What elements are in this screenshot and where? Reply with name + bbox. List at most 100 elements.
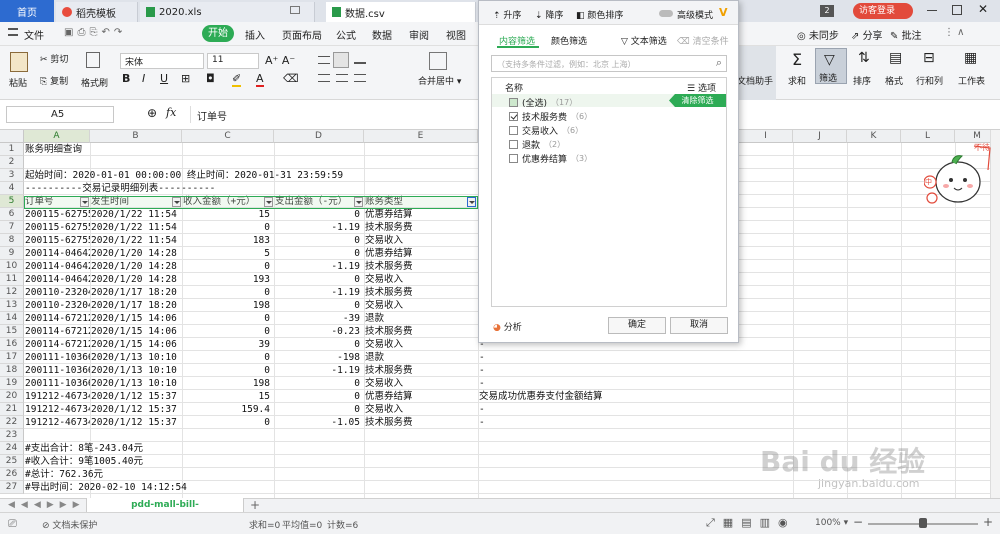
row-header[interactable]: 19 bbox=[0, 377, 24, 390]
align-left-icon[interactable] bbox=[318, 74, 330, 82]
cell-d[interactable]: -1.05 bbox=[275, 416, 363, 429]
bold-button[interactable]: B bbox=[122, 72, 130, 85]
macro-icon[interactable]: ⎚ bbox=[8, 517, 17, 531]
cell-a[interactable]: 200114-67212 bbox=[25, 325, 90, 338]
cell-e[interactable]: 退款 bbox=[365, 312, 477, 325]
cell-e[interactable]: 交易收入 bbox=[365, 403, 477, 416]
cancel-button[interactable]: 取消 bbox=[670, 317, 728, 334]
cell-a[interactable]: 200110-23204 bbox=[25, 299, 90, 312]
cell-a[interactable]: 200111-10366 bbox=[25, 364, 90, 377]
align-top-icon[interactable] bbox=[318, 56, 330, 64]
cell-a[interactable]: #支出合计：8笔-243.04元 bbox=[25, 442, 525, 455]
cell-f[interactable]: - bbox=[479, 403, 979, 416]
filter-item-refund[interactable]: 退款 （2） bbox=[509, 138, 565, 151]
eraser-icon[interactable]: ⌫ bbox=[283, 72, 299, 85]
checkbox-unchecked[interactable] bbox=[509, 154, 518, 163]
fill-color-icon[interactable]: ◘ bbox=[206, 72, 215, 85]
cell-e[interactable]: 交易收入 bbox=[365, 299, 477, 312]
cell-d[interactable]: 0 bbox=[275, 273, 363, 286]
filter-dropdown-e[interactable] bbox=[467, 197, 476, 207]
cell-c[interactable]: 0 bbox=[183, 312, 273, 325]
cell-b[interactable]: 2020/1/17 18:20 bbox=[91, 286, 181, 299]
cell-a[interactable]: #总计：762.36元 bbox=[25, 468, 525, 481]
cell-e[interactable]: 优惠券结算 bbox=[365, 390, 477, 403]
font-grow-icon[interactable]: A⁺ A⁻ bbox=[265, 54, 295, 67]
filter-item-trade-income[interactable]: 交易收入 （6） bbox=[509, 124, 583, 137]
row-header[interactable]: 4 bbox=[0, 182, 24, 195]
underline-button[interactable]: U bbox=[160, 72, 168, 85]
cell-a[interactable]: 200115-62755 bbox=[25, 221, 90, 234]
row-header[interactable]: 16 bbox=[0, 338, 24, 351]
filter-dropdown-b[interactable] bbox=[172, 197, 181, 207]
row-header[interactable]: 17 bbox=[0, 351, 24, 364]
copy-button[interactable]: ⎘ 复制 bbox=[40, 74, 68, 87]
cell-c[interactable]: 15 bbox=[183, 208, 273, 221]
clear-conditions-button[interactable]: ⌫ 清空条件 bbox=[677, 34, 729, 47]
cell-b[interactable]: 2020/1/12 15:37 bbox=[91, 403, 181, 416]
cell-e[interactable]: 技术服务费 bbox=[365, 364, 477, 377]
align-right-icon[interactable] bbox=[354, 74, 366, 82]
format-icon[interactable]: ▤ bbox=[889, 50, 902, 66]
row-header[interactable]: 23 bbox=[0, 429, 24, 442]
row-header[interactable]: 27 bbox=[0, 481, 24, 494]
analysis-button[interactable]: ◕ 分析 bbox=[493, 320, 522, 333]
cell-a[interactable]: 200114-04642 bbox=[25, 247, 90, 260]
tab-start[interactable]: 开始 bbox=[202, 25, 234, 42]
filter-item-coupon[interactable]: 优惠券结算 （3） bbox=[509, 152, 592, 165]
cell-b[interactable]: 2020/1/20 14:28 bbox=[91, 260, 181, 273]
hamburger-icon[interactable] bbox=[8, 28, 18, 36]
cell-b[interactable]: 2020/1/13 10:10 bbox=[91, 364, 181, 377]
row-header[interactable]: 10 bbox=[0, 260, 24, 273]
window-count-badge[interactable]: 2 bbox=[820, 5, 834, 17]
cell-a[interactable]: 200115-62755 bbox=[25, 234, 90, 247]
cell-e[interactable]: 退款 bbox=[365, 351, 477, 364]
zoom-out-icon[interactable]: − bbox=[853, 515, 863, 529]
italic-button[interactable]: I bbox=[142, 72, 145, 85]
cell-d[interactable]: -198 bbox=[275, 351, 363, 364]
mascot-sticker[interactable]: 中 不待 bbox=[924, 140, 994, 220]
row-header[interactable]: 21 bbox=[0, 403, 24, 416]
col-header-b[interactable]: B bbox=[90, 130, 182, 143]
paste-icon[interactable] bbox=[10, 52, 28, 72]
highlight-icon[interactable]: ✐ bbox=[232, 72, 242, 87]
cell-e[interactable]: 技术服务费 bbox=[365, 325, 477, 338]
row-header[interactable]: 14 bbox=[0, 312, 24, 325]
cell-d[interactable]: -1.19 bbox=[275, 286, 363, 299]
cell-c[interactable]: 0 bbox=[183, 351, 273, 364]
sum-icon[interactable]: Σ bbox=[792, 50, 802, 69]
cell-a[interactable]: 200114-04642 bbox=[25, 273, 90, 286]
font-size-select[interactable]: 11 bbox=[207, 53, 259, 69]
sort-icon[interactable]: ⇅ bbox=[858, 50, 870, 66]
cell-d[interactable]: 0 bbox=[275, 299, 363, 312]
tab-data-csv[interactable]: 数据.csv bbox=[326, 2, 476, 22]
cell-c[interactable]: 0 bbox=[183, 260, 273, 273]
cell-f[interactable]: - bbox=[479, 351, 979, 364]
share-button[interactable]: ⇗ 分享 bbox=[851, 27, 883, 42]
filter-dropdown-c[interactable] bbox=[264, 197, 273, 207]
cell-e[interactable]: 交易收入 bbox=[365, 234, 477, 247]
cell-d[interactable]: 0 bbox=[275, 377, 363, 390]
cell-d[interactable]: -1.19 bbox=[275, 221, 363, 234]
cell-b[interactable]: 2020/1/15 14:06 bbox=[91, 325, 181, 338]
cell-a[interactable]: #导出时间：2020-02-10 14:12:54 bbox=[25, 481, 525, 494]
checkbox-unchecked[interactable] bbox=[509, 126, 518, 135]
cell-a[interactable]: 200114-67212 bbox=[25, 312, 90, 325]
sort-button[interactable]: 排序 bbox=[853, 74, 871, 87]
cell-e[interactable]: 技术服务费 bbox=[365, 286, 477, 299]
row-header[interactable]: 1 bbox=[0, 143, 24, 156]
cell-b[interactable]: 2020/1/13 10:10 bbox=[91, 377, 181, 390]
tab-insert[interactable]: 插入 bbox=[245, 27, 265, 42]
sum-button[interactable]: 求和 bbox=[788, 74, 806, 87]
row-header[interactable]: 20 bbox=[0, 390, 24, 403]
cell-f[interactable]: - bbox=[479, 364, 979, 377]
more-icon[interactable]: ⋮ ∧ bbox=[944, 27, 965, 38]
cut-button[interactable]: ✂ 剪切 bbox=[40, 52, 68, 65]
cell-c[interactable]: 0 bbox=[183, 416, 273, 429]
col-header-j[interactable]: J bbox=[793, 130, 847, 143]
align-middle-icon[interactable] bbox=[333, 52, 349, 68]
cell-a[interactable]: 191212-46734 bbox=[25, 416, 90, 429]
cell-b[interactable]: 2020/1/12 15:37 bbox=[91, 390, 181, 403]
name-box[interactable]: A5 bbox=[6, 106, 114, 123]
zoom-search-icon[interactable]: ⊕ bbox=[147, 106, 157, 120]
row-header[interactable]: 13 bbox=[0, 299, 24, 312]
